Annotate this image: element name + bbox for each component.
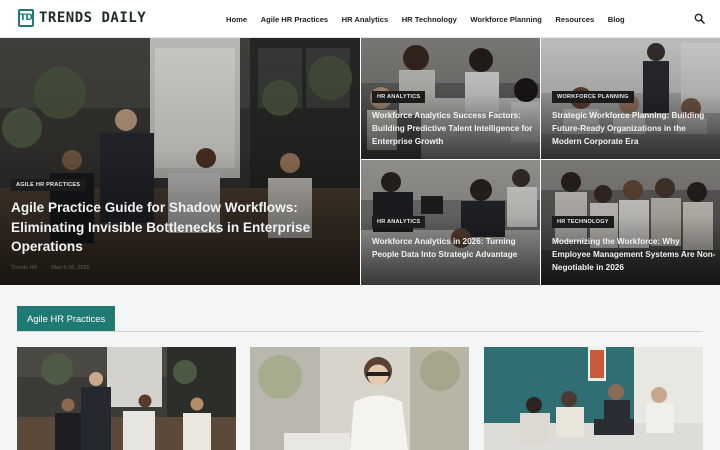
logo-mark-text: TD xyxy=(19,13,33,23)
post-card[interactable] xyxy=(484,347,703,450)
logo-text: TRENDS DAILY xyxy=(39,10,147,26)
category-badge[interactable]: HR ANALYTICS xyxy=(372,91,426,103)
search-icon[interactable] xyxy=(694,13,705,24)
main-nav: Home Agile HR Practices HR Analytics HR … xyxy=(226,0,638,38)
post-date: March 20, 2026 xyxy=(51,265,90,271)
category-badge[interactable]: WORKFORCE PLANNING xyxy=(552,91,634,103)
nav-item-blog[interactable]: Blog xyxy=(608,15,625,24)
category-badge[interactable]: HR TECHNOLOGY xyxy=(552,216,614,228)
nav-item-resources[interactable]: Resources xyxy=(555,15,594,24)
section-title[interactable]: Agile HR Practices xyxy=(17,306,116,331)
site-header: TD TRENDS DAILY Home Agile HR Practices … xyxy=(0,0,720,38)
featured-side-post[interactable]: HR ANALYTICS Workforce Analytics in 2026… xyxy=(361,160,540,285)
featured-side-title[interactable]: Workforce Analytics Success Factors: Bui… xyxy=(372,110,537,148)
nav-item-hr-analytics[interactable]: HR Analytics xyxy=(342,15,389,24)
featured-side-post[interactable]: HR TECHNOLOGY Modernizing the Workforce:… xyxy=(541,160,720,285)
nav-item-workforce-planning[interactable]: Workforce Planning xyxy=(470,15,542,24)
featured-side-title[interactable]: Modernizing the Workforce: Why Employee … xyxy=(552,236,717,274)
nav-item-home[interactable]: Home xyxy=(226,15,247,24)
nav-item-agile-hr-practices[interactable]: Agile HR Practices xyxy=(261,15,329,24)
category-section: Agile HR Practices xyxy=(0,285,720,450)
featured-main-title[interactable]: Agile Practice Guide for Shadow Workflow… xyxy=(11,198,331,257)
post-card-image xyxy=(250,347,469,450)
category-badge[interactable]: HR ANALYTICS xyxy=(372,216,426,228)
featured-side-post[interactable]: WORKFORCE PLANNING Strategic Workforce P… xyxy=(541,38,720,159)
category-badge[interactable]: AGILE HR PRACTICES xyxy=(11,179,86,191)
post-meta: Trends HR March 20, 2026 xyxy=(11,265,104,271)
post-card-image xyxy=(484,347,703,450)
nav-item-hr-technology[interactable]: HR Technology xyxy=(402,15,457,24)
post-card[interactable] xyxy=(17,347,236,450)
featured-grid: AGILE HR PRACTICES Agile Practice Guide … xyxy=(0,38,720,285)
section-divider xyxy=(17,331,703,332)
featured-side-title[interactable]: Workforce Analytics in 2026: Turning Peo… xyxy=(372,236,537,262)
featured-side-title[interactable]: Strategic Workforce Planning: Building F… xyxy=(552,110,717,148)
post-card-image xyxy=(17,347,236,450)
featured-side-post[interactable]: HR ANALYTICS Workforce Analytics Success… xyxy=(361,38,540,159)
logo-mark-icon: TD xyxy=(18,9,34,27)
post-author[interactable]: Trends HR xyxy=(11,265,37,271)
post-card[interactable] xyxy=(250,347,469,450)
featured-main-post[interactable]: AGILE HR PRACTICES Agile Practice Guide … xyxy=(0,38,360,285)
site-logo[interactable]: TD TRENDS DAILY xyxy=(18,8,146,28)
